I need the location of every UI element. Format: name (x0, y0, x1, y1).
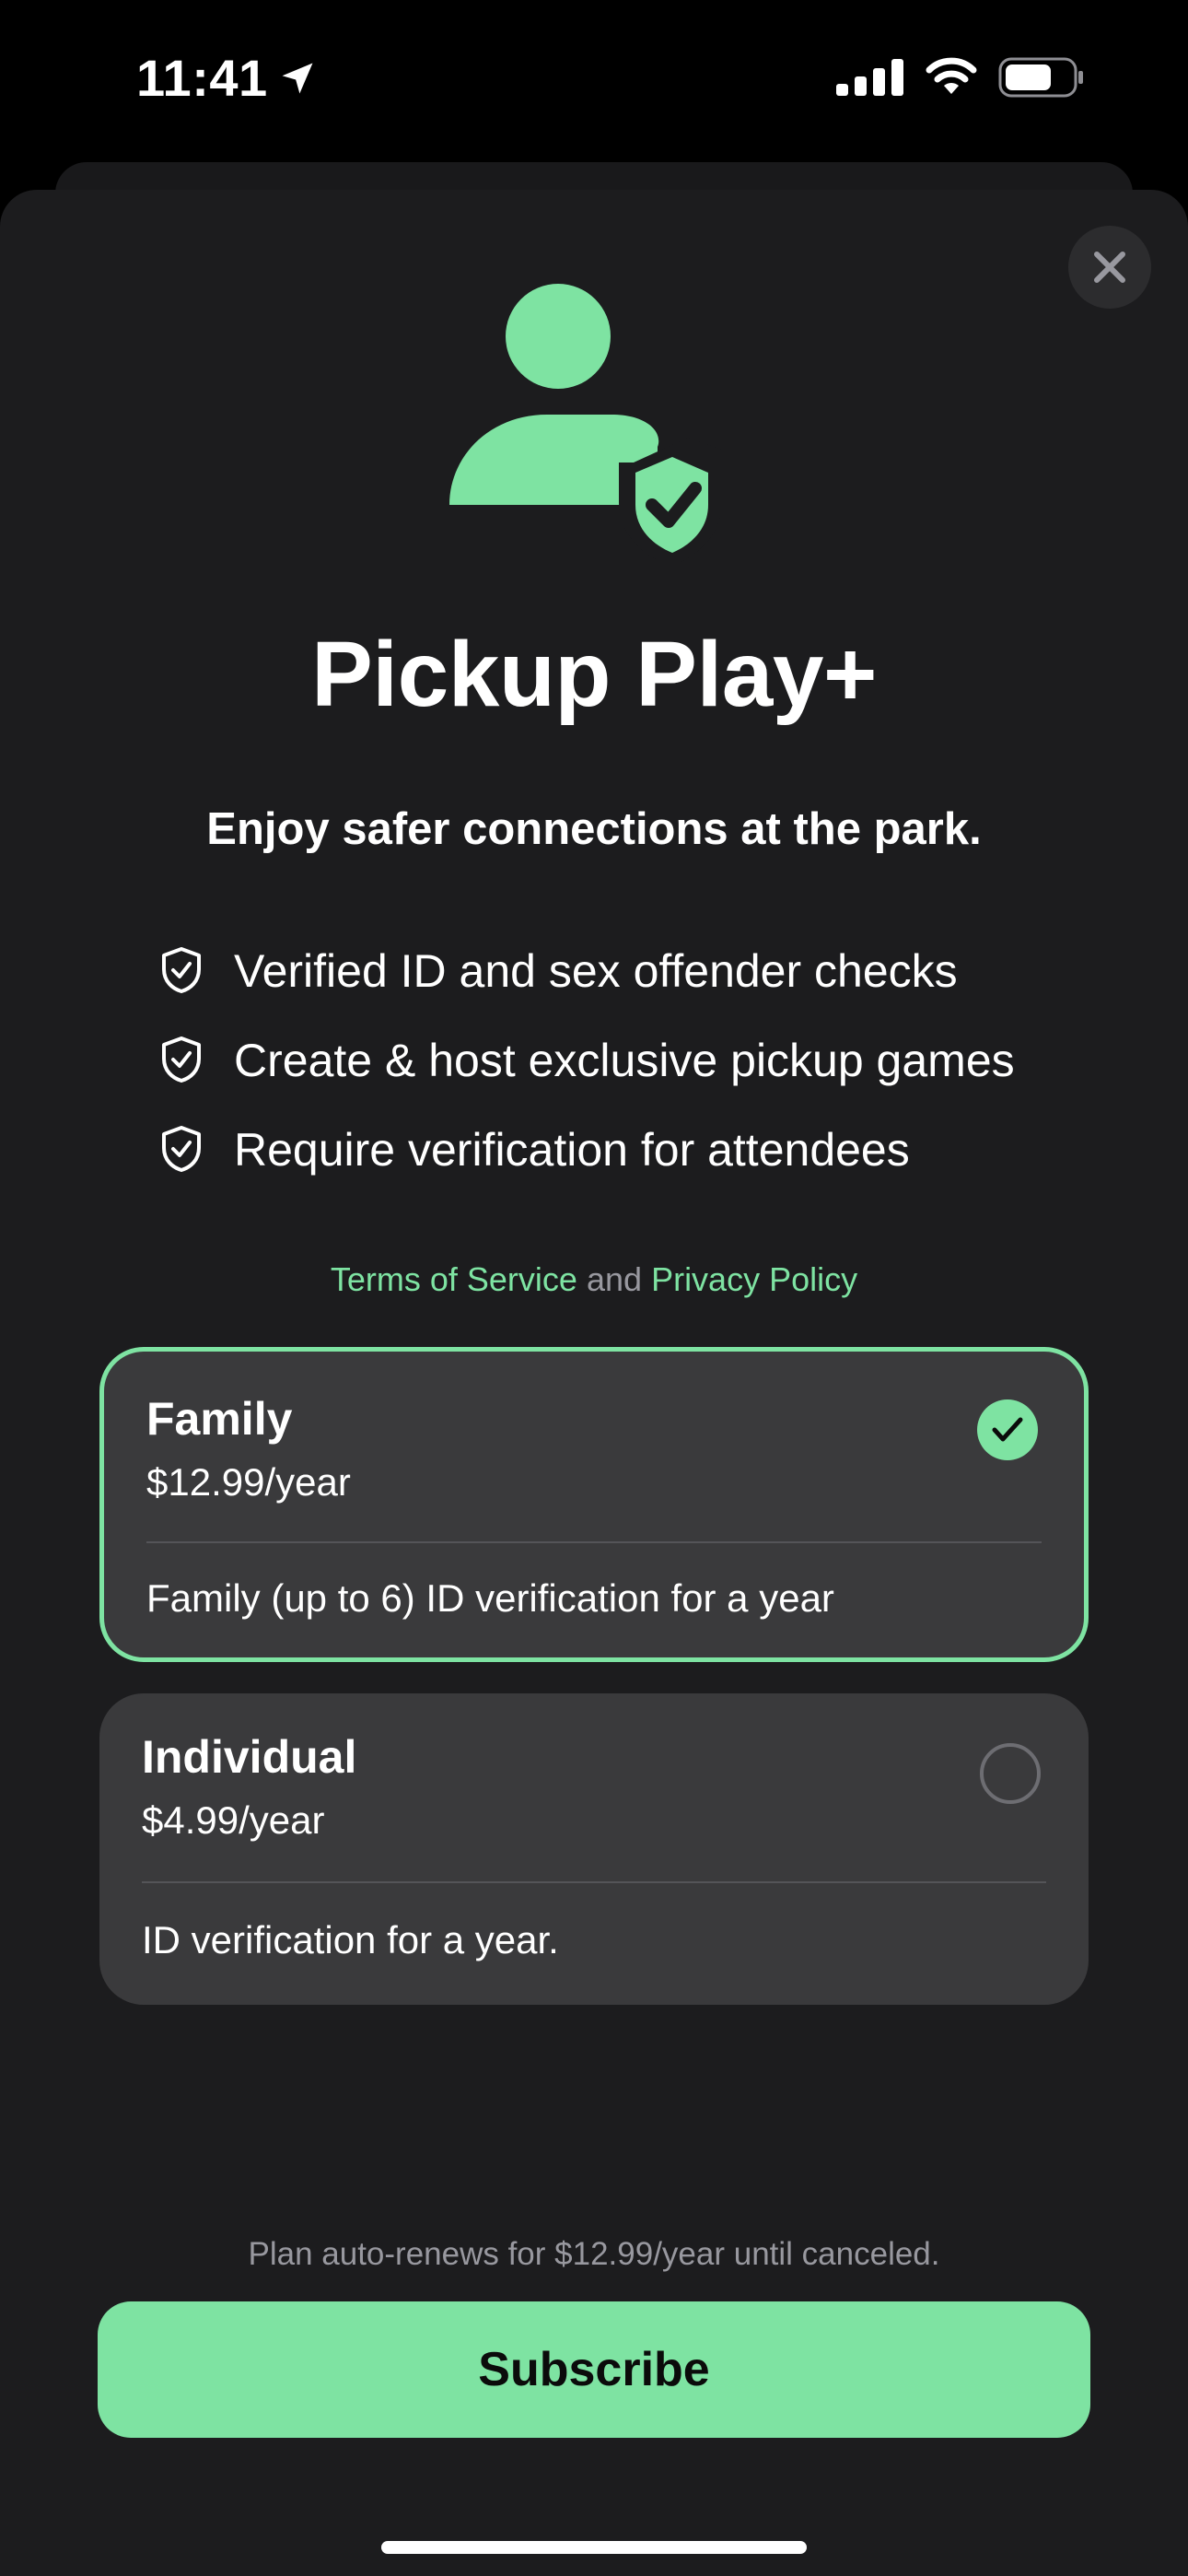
shield-check-icon (160, 946, 206, 996)
plan-divider (146, 1541, 1042, 1543)
auto-renew-note: Plan auto-renews for $12.99/year until c… (248, 2236, 940, 2272)
legal-and-text: and (586, 1260, 643, 1298)
person-shield-check-icon (449, 284, 722, 562)
wifi-icon (926, 57, 977, 94)
feature-list: Verified ID and sex offender checks Crea… (160, 926, 1015, 1194)
feature-item: Require verification for attendees (160, 1105, 1015, 1194)
status-icons (836, 57, 1085, 98)
legal-links: Terms of Service and Privacy Policy (0, 1260, 1188, 1299)
shield-check-icon (160, 1125, 206, 1175)
feature-label: Require verification for attendees (234, 1123, 910, 1176)
terms-of-service-link[interactable]: Terms of Service (331, 1260, 577, 1298)
plan-radio-unselected[interactable] (980, 1743, 1041, 1804)
plan-option-family[interactable]: Family $12.99/year Family (up to 6) ID v… (99, 1347, 1089, 1662)
privacy-policy-link[interactable]: Privacy Policy (651, 1260, 857, 1298)
shield-check-icon (160, 1036, 206, 1085)
plan-option-individual[interactable]: Individual $4.99/year ID verification fo… (99, 1693, 1089, 2005)
cellular-signal-icon (836, 59, 903, 96)
subscribe-button[interactable]: Subscribe (98, 2301, 1090, 2438)
status-time: 11:41 (136, 48, 318, 108)
page-subtitle: Enjoy safer connections at the park. (206, 804, 982, 854)
feature-label: Create & host exclusive pickup games (234, 1034, 1015, 1086)
status-bar: 11:41 (0, 0, 1188, 157)
plan-price: $4.99/year (142, 1798, 325, 1842)
checkmark-icon (992, 1417, 1023, 1442)
plan-description: ID verification for a year. (142, 1918, 559, 1961)
page-title: Pickup Play+ (311, 623, 877, 726)
plan-name: Individual (142, 1731, 357, 1783)
battery-icon (998, 57, 1083, 98)
plan-description: Family (up to 6) ID verification for a y… (146, 1576, 834, 1620)
close-button[interactable] (1068, 226, 1151, 309)
location-arrow-icon (282, 63, 313, 93)
feature-item: Create & host exclusive pickup games (160, 1015, 1015, 1105)
plan-name: Family (146, 1393, 293, 1445)
plan-price: $12.99/year (146, 1460, 351, 1504)
plan-divider (142, 1881, 1046, 1883)
feature-label: Verified ID and sex offender checks (234, 944, 958, 997)
status-time-text: 11:41 (136, 49, 268, 107)
home-indicator (381, 2541, 807, 2554)
plan-radio-selected[interactable] (977, 1399, 1038, 1460)
feature-item: Verified ID and sex offender checks (160, 926, 1015, 1015)
close-icon (1094, 252, 1125, 283)
